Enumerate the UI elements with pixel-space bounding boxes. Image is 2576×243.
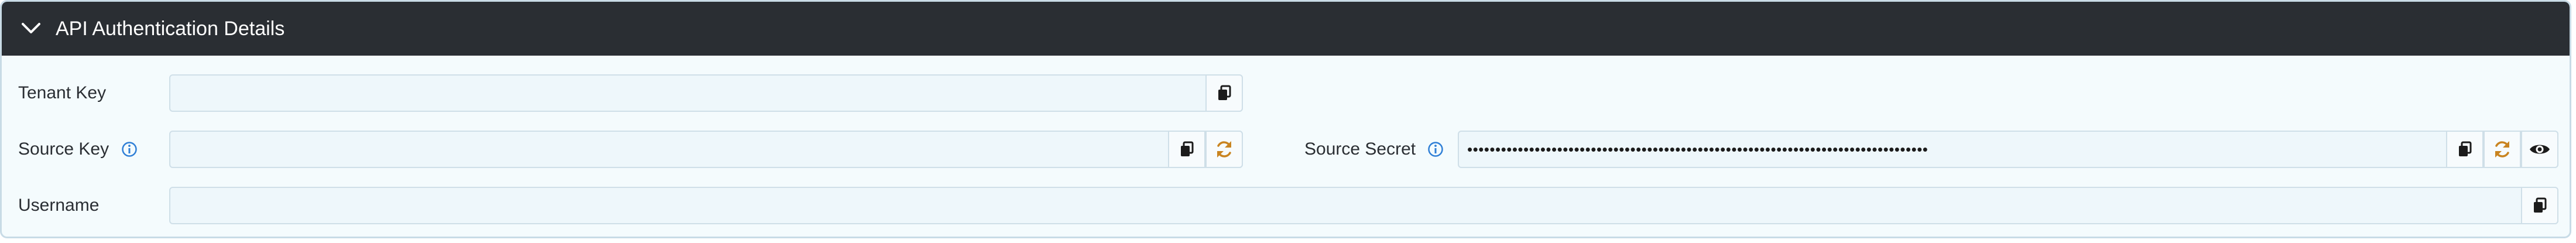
info-icon[interactable] bbox=[121, 141, 138, 158]
source-secret-value: ••••••••••••••••••••••••••••••••••••••••… bbox=[1467, 141, 1928, 158]
source-key-regenerate-button[interactable] bbox=[1205, 131, 1243, 168]
copy-icon bbox=[2459, 141, 2472, 156]
source-key-field[interactable] bbox=[169, 131, 1243, 168]
source-key-label: Source Key bbox=[18, 139, 109, 159]
source-secret-reveal-button[interactable] bbox=[2521, 131, 2558, 168]
refresh-icon bbox=[1217, 141, 1231, 158]
username-copy-button[interactable] bbox=[2521, 187, 2558, 224]
source-secret-regenerate-button[interactable] bbox=[2483, 131, 2521, 168]
tenant-key-label: Tenant Key bbox=[18, 83, 107, 102]
source-secret-field[interactable]: ••••••••••••••••••••••••••••••••••••••••… bbox=[1458, 131, 2558, 168]
username-label: Username bbox=[18, 196, 100, 215]
source-secret-label: Source Secret bbox=[1304, 139, 1416, 159]
tenant-key-field[interactable] bbox=[169, 74, 1243, 112]
panel-header[interactable]: API Authentication Details bbox=[2, 2, 2570, 56]
refresh-icon bbox=[2495, 141, 2509, 158]
username-field[interactable] bbox=[169, 187, 2558, 224]
eye-icon bbox=[2530, 145, 2550, 154]
info-icon[interactable] bbox=[1427, 141, 1444, 158]
source-key-copy-button[interactable] bbox=[1168, 131, 1205, 168]
chevron-down-icon[interactable] bbox=[19, 19, 43, 37]
copy-icon bbox=[1181, 141, 1194, 156]
source-secret-copy-button[interactable] bbox=[2446, 131, 2483, 168]
panel-title: API Authentication Details bbox=[56, 18, 285, 40]
copy-icon bbox=[2534, 197, 2547, 213]
copy-icon bbox=[1218, 85, 1231, 100]
api-auth-panel: API Authentication Details Tenant Key So… bbox=[0, 0, 2571, 238]
tenant-key-copy-button[interactable] bbox=[1205, 74, 1243, 112]
